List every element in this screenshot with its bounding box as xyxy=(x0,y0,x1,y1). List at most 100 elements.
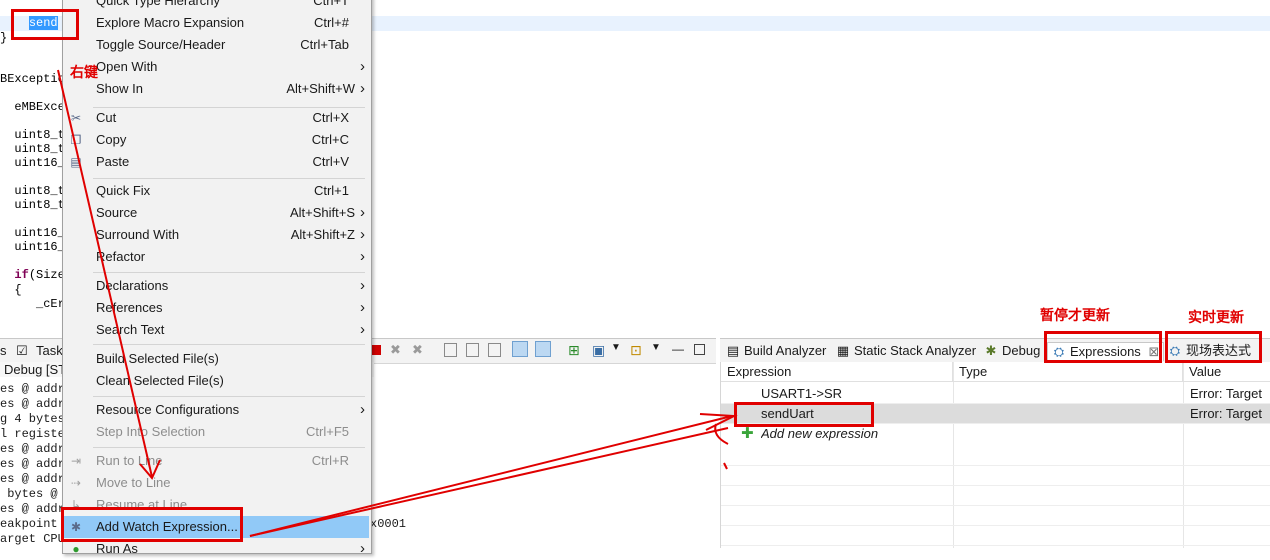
menu-item-search-text[interactable]: Search Text › xyxy=(63,319,369,341)
menu-item-quick-type-hierarchy[interactable]: Quick Type Hierarchy Ctrl+T xyxy=(63,0,369,12)
menu-item-step-into-selection[interactable]: Step Into Selection Ctrl+F5 xyxy=(63,421,369,443)
menu-item-shortcut: Alt+Shift+S xyxy=(289,205,355,220)
menu-item-shortcut: Ctrl+1 xyxy=(313,183,349,198)
word-wrap-icon[interactable] xyxy=(488,343,501,357)
terminate-icon[interactable] xyxy=(371,345,381,355)
menu-item-label: Clean Selected File(s) xyxy=(96,373,224,388)
menu-item-refactor[interactable]: Refactor › xyxy=(63,246,369,268)
expressions-table[interactable]: Expression Type Value USART1->SR Error: … xyxy=(720,362,1270,548)
show-on-output-icon[interactable] xyxy=(512,341,528,357)
chevron-right-icon: › xyxy=(360,58,365,75)
chevron-down-icon[interactable]: ▼ xyxy=(651,342,667,358)
menu-item-quick-fix[interactable]: Quick Fix Ctrl+1 xyxy=(63,180,369,202)
console-line: eakpoint xyxy=(0,517,58,531)
chevron-right-icon: › xyxy=(360,277,365,294)
menu-item-label: Paste xyxy=(96,154,130,169)
empty-row xyxy=(721,466,1270,486)
menu-item-resource-configurations[interactable]: Resource Configurations › xyxy=(63,399,369,421)
annotation-box-live-expressions-tab xyxy=(1165,331,1262,363)
chevron-down-icon[interactable]: ▼ xyxy=(611,342,627,358)
chevron-right-icon: › xyxy=(360,80,365,97)
annotation-box-sendUart xyxy=(734,402,874,427)
annotation-realtime-update: 实时更新 xyxy=(1188,309,1244,325)
tab-build-analyzer[interactable]: ▤ Build Analyzer xyxy=(726,342,827,360)
annotation-box-selected-symbol xyxy=(11,9,79,40)
menu-item-label: Refactor xyxy=(96,249,146,264)
bug-icon: ✱ xyxy=(985,343,997,358)
empty-row xyxy=(721,526,1270,546)
menu-item-label: Quick Fix xyxy=(96,183,151,198)
menu-item-toggle-source-header[interactable]: Toggle Source/Header Ctrl+Tab xyxy=(63,34,369,56)
remove-launch-icon[interactable]: ✖ xyxy=(390,342,406,358)
menu-item-label: Cut xyxy=(96,110,117,125)
minimize-icon[interactable]: — xyxy=(672,342,688,358)
menu-separator xyxy=(93,344,365,345)
menu-separator xyxy=(93,447,365,448)
menu-item-label: Copy xyxy=(96,132,127,147)
add-new-expression-row[interactable]: ✚ Add new expression xyxy=(721,424,1270,444)
tab-label: Build Analyzer xyxy=(744,343,827,358)
menu-item-shortcut: Ctrl+R xyxy=(311,453,349,468)
scroll-lock-icon[interactable] xyxy=(466,343,479,357)
pin-console-icon[interactable]: ⊞ xyxy=(568,342,584,358)
console-line: arget CPU xyxy=(0,532,65,546)
tab-tasks[interactable]: Task xyxy=(36,343,63,358)
context-menu[interactable]: Quick Type Hierarchy Ctrl+T Explore Macro … xyxy=(62,0,372,557)
column-header-value[interactable]: Value xyxy=(1183,362,1270,382)
menu-separator xyxy=(93,272,365,273)
console-line: es @ addr xyxy=(0,382,65,396)
menu-item-clean-selected-file-s[interactable]: Clean Selected File(s) xyxy=(63,370,369,392)
menu-item-paste[interactable]: ▤ Paste Ctrl+V xyxy=(63,151,369,173)
open-console-icon[interactable]: ⊡ xyxy=(630,342,646,358)
menu-item-label: Step Into Selection xyxy=(96,424,206,439)
menu-item-shortcut: Ctrl+X xyxy=(312,110,349,125)
annotation-box-add-watch xyxy=(61,507,243,542)
menu-item-run-to-line[interactable]: ⇥ Run to Line Ctrl+R xyxy=(63,450,369,472)
column-header-expression[interactable]: Expression xyxy=(721,362,953,382)
display-console-icon[interactable]: ▣ xyxy=(592,342,608,358)
move-to-line-icon: ⇢ xyxy=(70,476,82,490)
remove-all-icon[interactable]: ✖ xyxy=(412,342,428,358)
run-as-icon: ● xyxy=(72,542,80,556)
expression-value: Error: Target xyxy=(1190,406,1263,421)
show-on-error-icon[interactable] xyxy=(535,341,551,357)
console-line: es @ addr xyxy=(0,397,65,411)
menu-item-surround-with[interactable]: Surround With Alt+Shift+Z › xyxy=(63,224,369,246)
menu-item-explore-macro-expansion[interactable]: Explore Macro Expansion Ctrl+# xyxy=(63,12,369,34)
scissors-icon: ✂ xyxy=(70,111,82,125)
menu-item-label: Open With xyxy=(96,59,158,74)
menu-item-label: Declarations xyxy=(96,278,169,293)
menu-item-label: Move to Line xyxy=(96,475,171,490)
menu-item-cut[interactable]: ✂ Cut Ctrl+X xyxy=(63,107,369,129)
console-line: es @ addr xyxy=(0,442,65,456)
menu-item-declarations[interactable]: Declarations › xyxy=(63,275,369,297)
chevron-right-icon: › xyxy=(360,540,365,557)
menu-item-copy[interactable]: ❐ Copy Ctrl+C xyxy=(63,129,369,151)
menu-item-shortcut: Ctrl+# xyxy=(313,15,349,30)
menu-item-open-with[interactable]: Open With › xyxy=(63,56,369,78)
menu-item-build-selected-file-s[interactable]: Build Selected File(s) xyxy=(63,348,369,370)
clear-console-icon[interactable] xyxy=(444,343,457,357)
menu-item-references[interactable]: References › xyxy=(63,297,369,319)
menu-item-shortcut: Ctrl+Tab xyxy=(300,37,349,52)
menu-item-shortcut: Ctrl+T xyxy=(313,0,349,8)
console-line: l registe xyxy=(0,427,65,441)
menu-separator xyxy=(93,396,365,397)
menu-item-shortcut: Alt+Shift+Z xyxy=(290,227,355,242)
menu-item-label: Run to Line xyxy=(96,453,163,468)
menu-item-shortcut: Alt+Shift+W xyxy=(286,81,355,96)
maximize-icon[interactable] xyxy=(694,344,705,355)
menu-item-source[interactable]: Source Alt+Shift+S › xyxy=(63,202,369,224)
annotation-box-expressions-tab xyxy=(1044,331,1162,363)
menu-item-show-in[interactable]: Show In Alt+Shift+W › xyxy=(63,78,369,100)
column-header-type[interactable]: Type xyxy=(953,362,1183,382)
code-line: uint8_t xyxy=(0,184,65,198)
expression-row[interactable]: USART1->SR Error: Target xyxy=(721,384,1270,404)
menu-item-move-to-line[interactable]: ⇢ Move to Line xyxy=(63,472,369,494)
code-line: } xyxy=(0,31,8,45)
menu-item-label: Source xyxy=(96,205,138,220)
tab-debug[interactable]: ✱ Debug xyxy=(984,342,1041,360)
tab-static-stack-analyzer[interactable]: ▦ Static Stack Analyzer xyxy=(836,342,976,360)
build-analyzer-icon: ▤ xyxy=(726,343,740,358)
tab-fragment[interactable]: s xyxy=(0,343,7,358)
